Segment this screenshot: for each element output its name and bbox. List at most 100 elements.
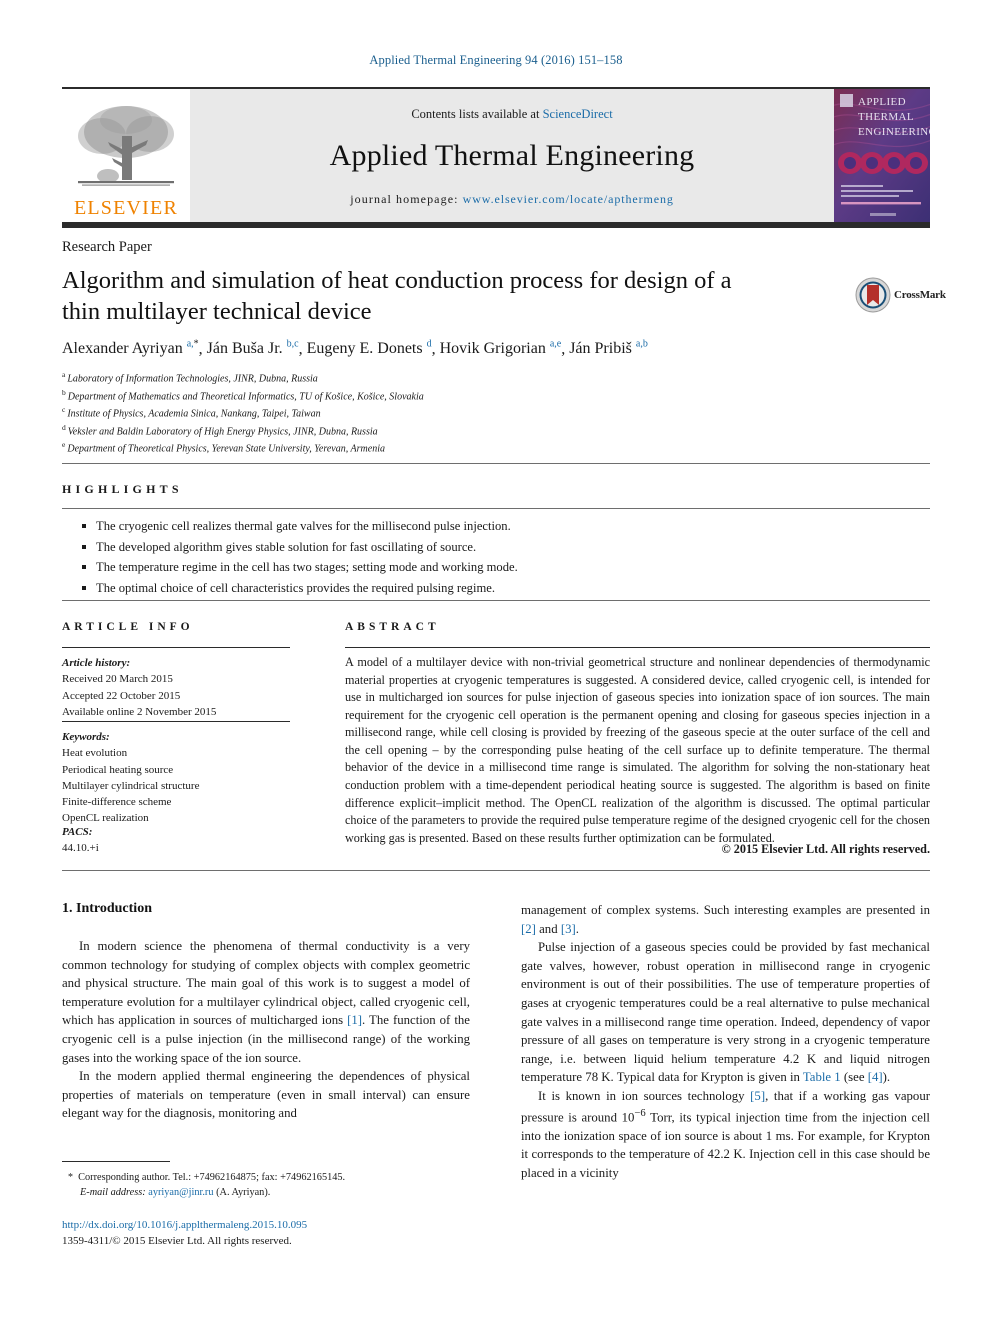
highlights-bottom-rule <box>62 600 930 601</box>
abstract-rule <box>345 647 930 648</box>
author-name: Hovik Grigorian <box>439 340 546 358</box>
asterisk-icon: * <box>68 1172 73 1183</box>
author-affil-mark: a,b <box>635 339 648 350</box>
highlights-heading: HIGHLIGHTS <box>62 482 183 496</box>
keyword-item: Finite-difference scheme <box>62 796 172 809</box>
journal-homepage-link[interactable]: www.elsevier.com/locate/apthermeng <box>463 192 674 206</box>
journal-homepage-line: journal homepage: www.elsevier.com/locat… <box>350 192 674 207</box>
affiliation-item: a Laboratory of Information Technologies,… <box>62 369 762 387</box>
author-name: Eugeny E. Donets <box>306 340 423 358</box>
footnote-rule <box>62 1161 170 1162</box>
received-date: Received 20 March 2015 <box>62 673 173 686</box>
citation-link[interactable]: [1] <box>347 1013 362 1027</box>
email-owner: (A. Ayriyan). <box>216 1187 271 1199</box>
paragraph: It is known in ion sources technology [5… <box>521 1089 930 1180</box>
affiliation-text: Department of Theoretical Physics, Yerev… <box>67 443 385 455</box>
running-head: Applied Thermal Engineering 94 (2016) 15… <box>369 53 623 67</box>
list-item: The temperature regime in the cell has t… <box>80 557 780 578</box>
table-link[interactable]: Table 1 <box>803 1070 841 1084</box>
citation-link[interactable]: [3] <box>561 922 576 936</box>
contents-prefix: Contents lists available at <box>411 106 543 121</box>
corresponding-author-note: * Corresponding author. Tel.: +749621648… <box>62 1170 472 1185</box>
crossmark-label: CrossMark <box>894 289 946 301</box>
pacs-label: PACS: <box>62 826 93 838</box>
affiliation-item: d Veksler and Baldin Laboratory of High E… <box>62 422 762 440</box>
paragraph: In the modern applied thermal engineerin… <box>62 1069 470 1121</box>
journal-masthead: ELSEVIER Contents lists available at Sci… <box>62 87 930 222</box>
article-type-label: Research Paper <box>62 239 152 255</box>
paragraph: In modern science the phenomena of therm… <box>62 939 470 1065</box>
abstract-text: A model of a multilayer device with non-… <box>345 655 930 845</box>
author-name: Ján Buša Jr. <box>206 340 283 358</box>
citation-link[interactable]: [2] <box>521 922 536 936</box>
svg-text:THERMAL: THERMAL <box>858 111 914 123</box>
list-item: The cryogenic cell realizes thermal gate… <box>80 516 780 537</box>
corresponding-author-mark[interactable]: * <box>194 339 199 350</box>
article-history-label: Article history: <box>62 657 131 669</box>
citation-link[interactable]: [4] <box>868 1070 883 1084</box>
article-history: Article history: Received 20 March 2015 … <box>62 655 302 720</box>
sciencedirect-link[interactable]: ScienceDirect <box>543 107 613 121</box>
citation-link[interactable]: [5] <box>750 1089 765 1103</box>
page-title: Algorithm and simulation of heat conduct… <box>62 267 732 325</box>
affiliation-item: c Institute of Physics, Academia Sinica, … <box>62 404 762 422</box>
affiliation-letter: a <box>62 370 66 379</box>
keyword-item: Periodical heating source <box>62 763 174 776</box>
journal-title: Applied Thermal Engineering <box>329 138 695 172</box>
available-online-date: Available online 2 November 2015 <box>62 705 217 718</box>
affiliation-letter: d <box>62 422 66 432</box>
accepted-date: Accepted 22 October 2015 <box>62 689 181 702</box>
keywords-block: Keywords: Heat evolution Periodical heat… <box>62 729 302 827</box>
affiliation-text: Veksler and Baldin Laboratory of High En… <box>67 425 378 437</box>
crossmark-icon <box>855 277 891 313</box>
affiliation-item: b Department of Mathematics and Theoretic… <box>62 387 762 405</box>
list-item: The developed algorithm gives stable sol… <box>80 537 780 558</box>
doi-link[interactable]: http://dx.doi.org/10.1016/j.applthermale… <box>62 1219 307 1231</box>
email-note: E-mail address: ayriyan@jinr.ru (A. Ayri… <box>62 1185 472 1200</box>
copyright-line: © 2015 Elsevier Ltd. All rights reserved… <box>721 842 930 856</box>
corresponding-author-text: Corresponding author. Tel.: +74962164875… <box>78 1172 346 1183</box>
affiliation-item: e Department of Theoretical Physics, Yere… <box>62 439 762 457</box>
crossmark-badge[interactable]: CrossMark <box>855 275 947 315</box>
affiliation-letter: c <box>62 405 66 415</box>
affiliation-text: Institute of Physics, Academia Sinica, N… <box>67 408 321 420</box>
paragraph: Pulse injection of a gaseous species cou… <box>521 940 930 1085</box>
issn-copyright-line: 1359-4311/© 2015 Elsevier Ltd. All right… <box>62 1234 292 1247</box>
author-affil-mark: a,e <box>549 339 562 350</box>
body-column-right: management of complex systems. Such inte… <box>521 901 930 1182</box>
affiliation-letter: b <box>62 387 66 397</box>
highlights-top-rule <box>62 463 930 464</box>
pacs-value: 44.10.+i <box>62 842 99 855</box>
footnote-block: * Corresponding author. Tel.: +749621648… <box>62 1170 472 1201</box>
affiliation-text: Laboratory of Information Technologies, … <box>67 373 318 385</box>
elsevier-wordmark: ELSEVIER <box>73 197 179 219</box>
elsevier-logo: ELSEVIER <box>62 89 190 222</box>
journal-cover-thumbnail: APPLIED THERMAL ENGINEERING <box>834 89 930 222</box>
author-entry: Eugeny E. Donets d <box>306 339 432 358</box>
author-name: Ján Pribiš <box>569 340 632 358</box>
body-column-left: In modern science the phenomena of therm… <box>62 937 470 1123</box>
journal-article-page: Applied Thermal Engineering 94 (2016) 15… <box>0 0 992 1323</box>
article-info-heading: ARTICLE INFO <box>62 621 194 633</box>
author-entry: Hovik Grigorian a,e <box>439 339 562 358</box>
author-affil-mark: a, <box>186 339 194 350</box>
paragraph: management of complex systems. Such inte… <box>521 903 930 936</box>
abstract-heading: ABSTRACT <box>345 621 440 633</box>
author-entry: Ján Pribiš a,b <box>569 339 648 358</box>
email-label: E-mail address: <box>80 1187 146 1199</box>
masthead-bottom-rule <box>62 222 930 228</box>
affiliation-text: Department of Mathematics and Theoretica… <box>67 390 424 402</box>
elsevier-tree-icon <box>72 102 180 197</box>
keyword-item: Multilayer cylindrical structure <box>62 779 200 792</box>
email-link[interactable]: ayriyan@jinr.ru <box>148 1187 213 1198</box>
homepage-prefix: journal homepage: <box>350 191 463 206</box>
keywords-label: Keywords: <box>62 731 110 743</box>
highlights-list: The cryogenic cell realizes thermal gate… <box>80 516 780 598</box>
affiliation-letter: e <box>62 440 66 450</box>
pacs-block: PACS: 44.10.+i <box>62 824 302 857</box>
author-entry: Ján Buša Jr. b,c <box>206 339 299 358</box>
highlights-mid-rule <box>62 508 930 509</box>
svg-text:ENGINEERING: ENGINEERING <box>858 126 930 138</box>
abstract-bottom-rule <box>62 870 930 871</box>
affiliation-list: a Laboratory of Information Technologies,… <box>62 369 762 457</box>
